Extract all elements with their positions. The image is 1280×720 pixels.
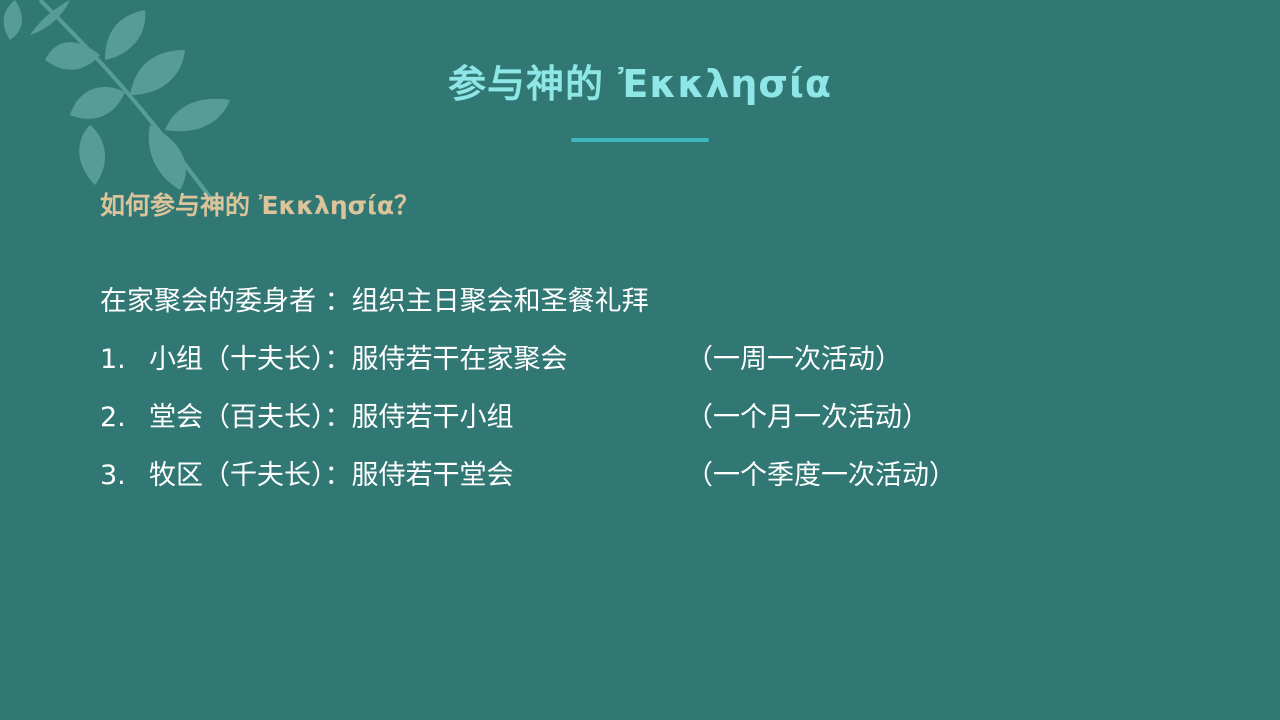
list-item-text: 牧区（千夫长）：服侍若干堂会 bbox=[149, 460, 514, 491]
list-item-number: 2. bbox=[100, 402, 126, 433]
list-item-text: 堂会（百夫长）：服侍若干小组 bbox=[149, 402, 514, 433]
list-item-note: （一个月一次活动） bbox=[686, 402, 929, 433]
list-item-note: （一周一次活动） bbox=[686, 344, 902, 375]
list-item-number: 3. bbox=[100, 460, 126, 491]
slide: 参与神的 Ἐκκλησία 如何参与神的 Ἐκκλησία？ 在家聚会的委身者 … bbox=[0, 0, 1280, 720]
slide-subtitle: 如何参与神的 Ἐκκλησία？ bbox=[100, 191, 420, 220]
intro-line: 在家聚会的委身者 ：组织主日聚会和圣餐礼拜 bbox=[100, 286, 649, 317]
title-underline bbox=[571, 138, 709, 142]
list-item-text: 小组（十夫长）：服侍若干在家聚会 bbox=[149, 344, 568, 375]
slide-title: 参与神的 Ἐκκλησία bbox=[448, 62, 832, 106]
list-item-note: （一个季度一次活动） bbox=[686, 460, 956, 491]
list-item-number: 1. bbox=[100, 344, 126, 375]
